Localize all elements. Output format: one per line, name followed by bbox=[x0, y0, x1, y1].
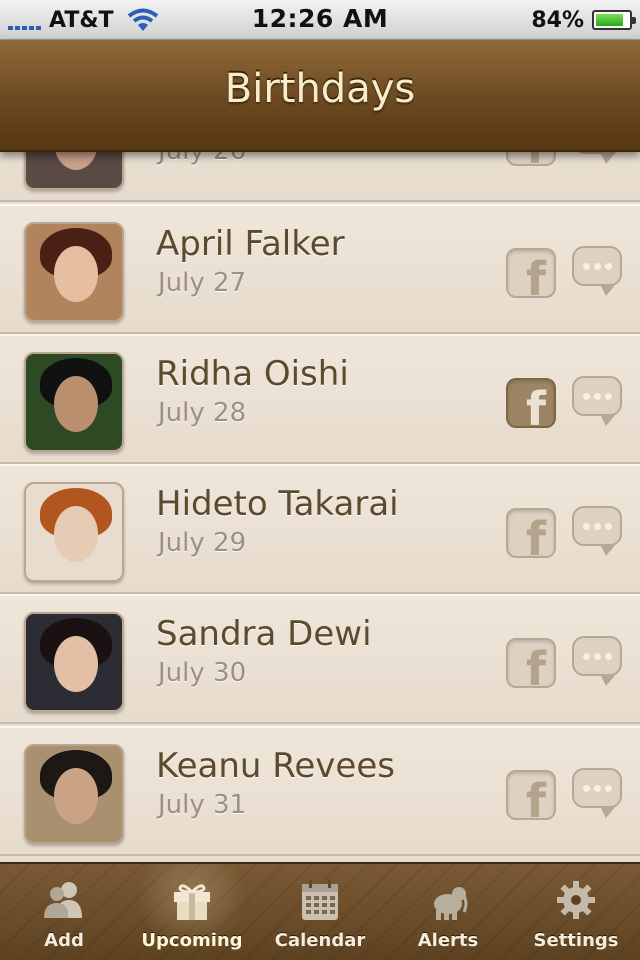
list-item[interactable]: Hideto Takarai July 29 f bbox=[0, 464, 640, 594]
list-item[interactable]: April Falker July 27 f bbox=[0, 204, 640, 334]
nav-bar: Birthdays bbox=[0, 40, 640, 152]
contact-name: April Falker bbox=[156, 224, 345, 264]
list-item[interactable]: Keanu Revees July 31 f bbox=[0, 726, 640, 856]
message-icon-dot bbox=[593, 262, 601, 270]
message-button[interactable] bbox=[572, 376, 622, 426]
tab-add[interactable]: Add bbox=[0, 864, 128, 960]
avatar bbox=[24, 352, 124, 452]
battery-fill bbox=[596, 14, 623, 26]
facebook-icon: f bbox=[525, 642, 546, 688]
birthday-date: July 30 bbox=[158, 658, 247, 688]
tab-calendar[interactable]: Calendar bbox=[256, 864, 384, 960]
message-icon-dot bbox=[582, 262, 590, 270]
list-item[interactable]: July 26 f bbox=[0, 152, 640, 202]
birthday-date: July 31 bbox=[158, 790, 247, 820]
message-button[interactable] bbox=[572, 506, 622, 556]
status-right: 84% bbox=[531, 6, 636, 34]
message-icon-dot bbox=[604, 392, 612, 400]
tab-label: Add bbox=[44, 930, 84, 951]
list-item[interactable]: Ridha Oishi July 28 f bbox=[0, 334, 640, 464]
list-item[interactable]: Sandra Dewi July 30 f bbox=[0, 594, 640, 724]
message-icon-dot bbox=[593, 652, 601, 660]
message-icon-dot bbox=[582, 522, 590, 530]
facebook-icon: f bbox=[525, 382, 546, 428]
facebook-icon: f bbox=[525, 774, 546, 820]
battery-icon bbox=[592, 10, 636, 30]
birthday-date: July 29 bbox=[158, 528, 247, 558]
gift-icon bbox=[174, 884, 210, 920]
facebook-button[interactable]: f bbox=[506, 152, 556, 166]
page-title: Birthdays bbox=[224, 66, 416, 112]
message-icon-dot bbox=[593, 392, 601, 400]
elephant-icon bbox=[434, 887, 468, 920]
avatar bbox=[24, 222, 124, 322]
facebook-button[interactable]: f bbox=[506, 248, 556, 298]
tab-alerts[interactable]: Alerts bbox=[384, 864, 512, 960]
birthday-date: July 27 bbox=[158, 268, 247, 298]
message-icon-dot bbox=[604, 522, 612, 530]
message-icon-dot bbox=[593, 522, 601, 530]
message-icon-dot bbox=[604, 262, 612, 270]
message-button[interactable] bbox=[572, 152, 622, 164]
battery-percent: 84% bbox=[531, 7, 584, 33]
birthday-date: July 28 bbox=[158, 398, 247, 428]
contact-name: Keanu Revees bbox=[156, 746, 395, 786]
avatar bbox=[24, 482, 124, 582]
tab-upcoming[interactable]: Upcoming bbox=[128, 864, 256, 960]
calendar-icon bbox=[302, 880, 338, 920]
tab-label: Settings bbox=[533, 930, 619, 951]
message-icon-dot bbox=[582, 392, 590, 400]
contact-name: Sandra Dewi bbox=[156, 614, 372, 654]
tab-bar: Add Upcoming Calendar Alerts Settings bbox=[0, 862, 640, 960]
message-icon-dot bbox=[582, 784, 590, 792]
message-icon-dot bbox=[593, 784, 601, 792]
facebook-icon: f bbox=[526, 152, 546, 164]
message-icon-dot bbox=[582, 652, 590, 660]
facebook-button[interactable]: f bbox=[506, 508, 556, 558]
gear-icon bbox=[557, 881, 595, 919]
contact-name: Hideto Takarai bbox=[156, 484, 399, 524]
facebook-button[interactable]: f bbox=[506, 378, 556, 428]
avatar bbox=[24, 152, 124, 190]
facebook-icon: f bbox=[525, 252, 546, 298]
message-icon-dot bbox=[604, 652, 612, 660]
status-bar: AT&T 12:26 AM 84% bbox=[0, 0, 640, 40]
avatar bbox=[24, 612, 124, 712]
message-button[interactable] bbox=[572, 636, 622, 686]
people-icon bbox=[44, 882, 82, 918]
facebook-button[interactable]: f bbox=[506, 638, 556, 688]
avatar bbox=[24, 744, 124, 844]
tab-label: Calendar bbox=[274, 930, 366, 951]
facebook-button[interactable]: f bbox=[506, 770, 556, 820]
tab-label: Alerts bbox=[417, 930, 479, 951]
tab-label: Upcoming bbox=[141, 930, 243, 951]
birthday-date: July 26 bbox=[158, 152, 246, 166]
tab-settings[interactable]: Settings bbox=[512, 864, 640, 960]
message-button[interactable] bbox=[572, 246, 622, 296]
message-icon-dot bbox=[604, 784, 612, 792]
facebook-icon: f bbox=[525, 512, 546, 558]
birthday-list[interactable]: July 26 f April Falker July 27 f Ridha Oishi J… bbox=[0, 152, 640, 862]
contact-name: Ridha Oishi bbox=[156, 354, 349, 394]
message-button[interactable] bbox=[572, 768, 622, 818]
